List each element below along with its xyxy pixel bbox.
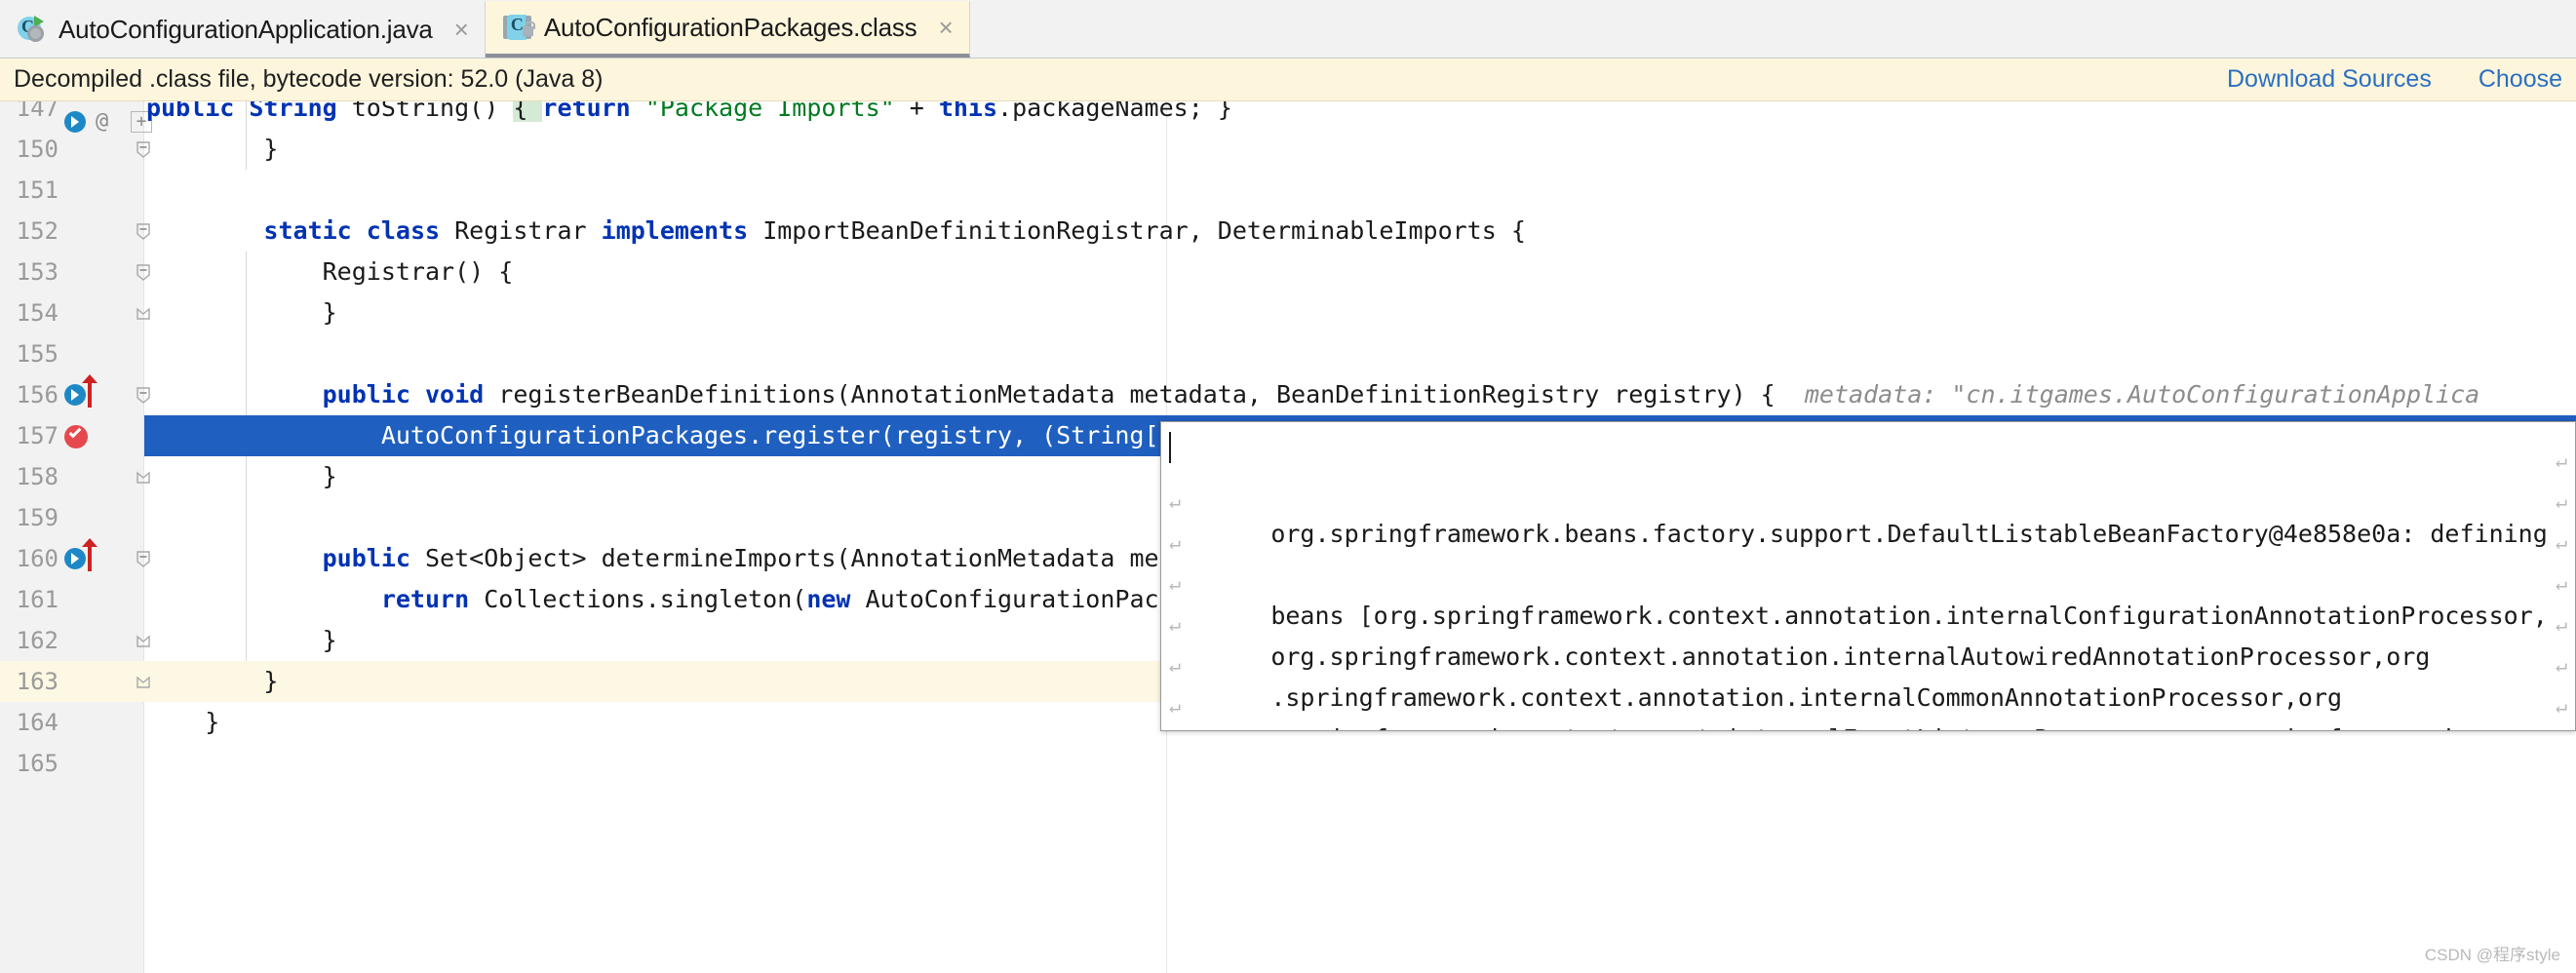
wrap-marker-icon: ↵ bbox=[1169, 726, 1181, 731]
ide-window: C AutoConfigurationApplication.java × C … bbox=[0, 0, 2576, 973]
watermark: CSDN @程序style bbox=[2425, 941, 2560, 965]
line-number: 147 bbox=[0, 101, 60, 129]
compiled-class-locked-icon: C bbox=[503, 13, 532, 42]
tab-autoconfigurationpackages-class[interactable]: C AutoConfigurationPackages.class × bbox=[486, 1, 970, 58]
tab-label: AutoConfigurationPackages.class bbox=[544, 13, 917, 43]
download-sources-link[interactable]: Download Sources bbox=[2227, 65, 2432, 94]
line-number: 153 bbox=[0, 252, 60, 292]
tooltip-line: ↵ ↵ beans [org.springframework.context.a… bbox=[1169, 473, 2575, 514]
code-text: public void registerBeanDefinitions(Anno… bbox=[146, 374, 2479, 415]
tooltip-line: ↵ ↵ .springframework.boot.autoconfigure.… bbox=[1169, 678, 2575, 719]
editor-tab-bar: C AutoConfigurationApplication.java × C … bbox=[0, 0, 2576, 58]
banner-message: Decompiled .class file, bytecode version… bbox=[14, 65, 603, 94]
code-text: } bbox=[146, 620, 337, 661]
line-number: 158 bbox=[0, 456, 60, 497]
close-icon[interactable]: × bbox=[454, 17, 469, 42]
code-line[interactable]: 165 bbox=[0, 743, 2576, 784]
code-line[interactable]: 155 bbox=[0, 333, 2576, 374]
code-text: static class Registrar implements Import… bbox=[146, 211, 1526, 252]
tab-autoconfigurationapplication-java[interactable]: C AutoConfigurationApplication.java × bbox=[0, 1, 486, 58]
code-line[interactable]: 147 @ + public String toString() { retur… bbox=[0, 101, 2576, 129]
code-line[interactable]: 150 } bbox=[0, 129, 2576, 170]
code-line[interactable]: 154 } bbox=[0, 292, 2576, 333]
tooltip-line: ↵ ↵ .springframework.context.annotation.… bbox=[1169, 555, 2575, 596]
line-number: 164 bbox=[0, 702, 60, 743]
code-text: } bbox=[146, 129, 278, 170]
line-number: 163 bbox=[0, 661, 60, 702]
code-text: } bbox=[146, 661, 278, 702]
code-text: return Collections.singleton(new AutoCon… bbox=[146, 579, 1159, 620]
line-number: 159 bbox=[0, 497, 60, 538]
tooltip-line: ↵ demoConfig,myTest]; root of factory hi… bbox=[1169, 719, 2575, 731]
code-text: Registrar() { bbox=[146, 252, 513, 292]
line-number: 165 bbox=[0, 743, 60, 784]
line-number: 155 bbox=[0, 333, 60, 374]
close-icon[interactable]: × bbox=[938, 15, 953, 40]
run-gutter-icon[interactable] bbox=[64, 548, 86, 569]
line-number: 154 bbox=[0, 292, 60, 333]
implementing-method-icon[interactable] bbox=[88, 544, 92, 571]
line-number: 156 bbox=[0, 374, 60, 415]
code-text: public String toString() { return "Packa… bbox=[146, 101, 1232, 129]
decompiled-class-banner: Decompiled .class file, bytecode version… bbox=[0, 58, 2576, 101]
choose-sources-link[interactable]: Choose bbox=[2478, 65, 2562, 94]
code-text: } bbox=[146, 456, 337, 497]
tooltip-line: ↵ ↵ org.springframework.context.annotati… bbox=[1169, 514, 2575, 555]
code-line[interactable]: 153 Registrar() { bbox=[0, 252, 2576, 292]
code-line[interactable]: 152 static class Registrar implements Im… bbox=[0, 211, 2576, 252]
code-line[interactable]: 151 bbox=[0, 170, 2576, 211]
line-number: 150 bbox=[0, 129, 60, 170]
debugger-value-tooltip[interactable]: ↵ org.springframework.beans.factory.supp… bbox=[1160, 421, 2576, 731]
code-text: } bbox=[146, 292, 337, 333]
tooltip-line: ↵ ↵ .context.event.internalEventListener… bbox=[1169, 637, 2575, 678]
line-number: 160 bbox=[0, 538, 60, 579]
implementing-method-icon[interactable] bbox=[88, 380, 92, 408]
line-number: 157 bbox=[0, 415, 60, 456]
breakpoint-verified-icon[interactable] bbox=[64, 425, 88, 448]
tooltip-line: ↵ ↵ .springframework.context.event.inter… bbox=[1169, 596, 2575, 637]
code-text: AutoConfigurationPackages.register(regis… bbox=[146, 415, 1159, 456]
line-number: 152 bbox=[0, 211, 60, 252]
run-gutter-icon[interactable] bbox=[64, 384, 86, 406]
java-class-run-icon: C bbox=[18, 15, 47, 44]
line-number: 161 bbox=[0, 579, 60, 620]
code-text: } bbox=[146, 702, 219, 743]
tab-label: AutoConfigurationApplication.java bbox=[59, 15, 433, 45]
line-number: 162 bbox=[0, 620, 60, 661]
code-line[interactable]: 156 public void registerBeanDefinitions(… bbox=[0, 374, 2576, 415]
code-text: public Set<Object> determineImports(Anno… bbox=[146, 538, 1159, 579]
line-number: 151 bbox=[0, 170, 60, 211]
tooltip-line: ↵ org.springframework.beans.factory.supp… bbox=[1169, 432, 2575, 473]
